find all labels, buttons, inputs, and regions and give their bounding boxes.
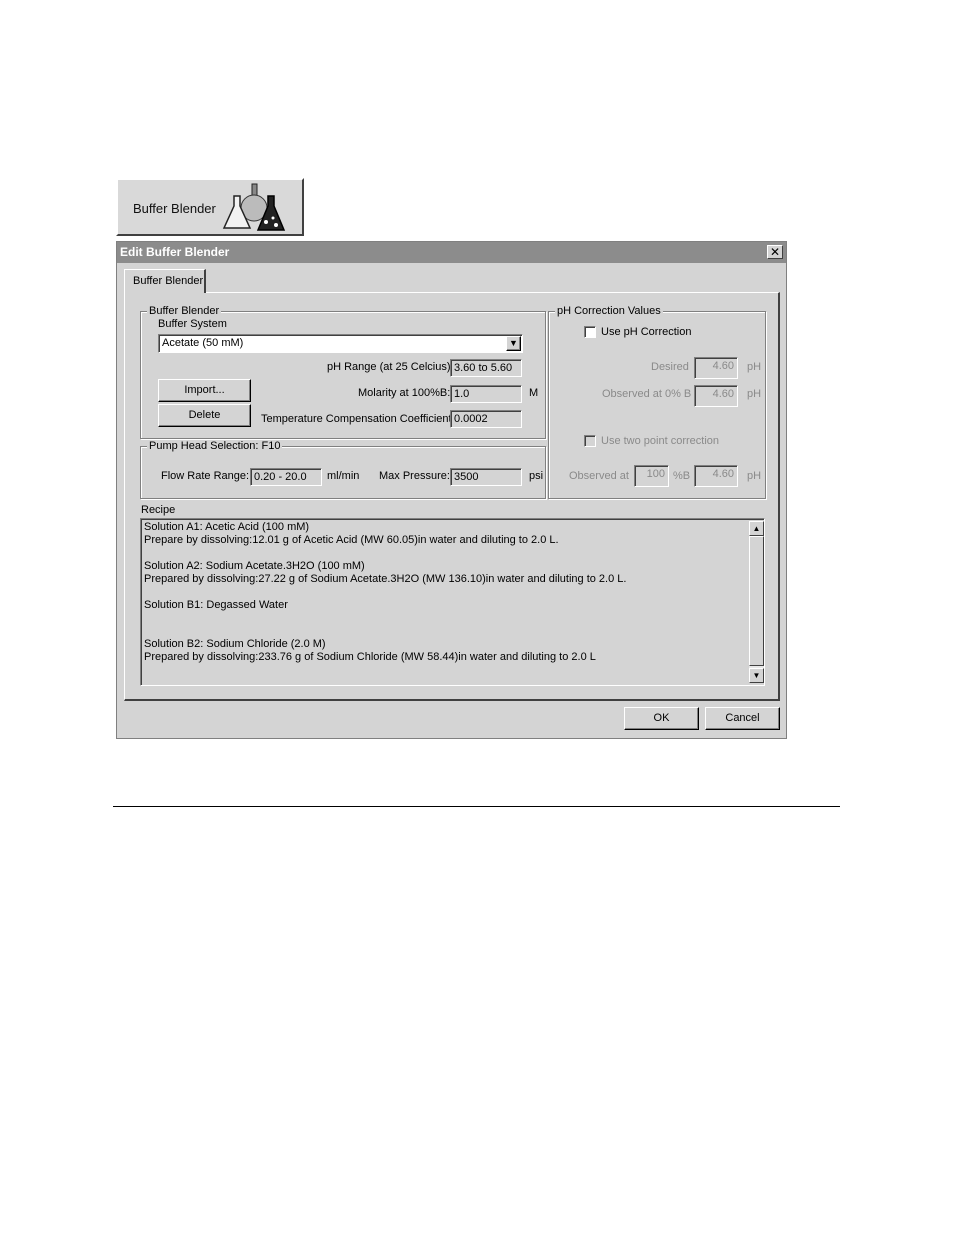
tcc-field: 0.0002 <box>450 410 522 428</box>
recipe-line: Solution A2: Sodium Acetate.3H2O (100 mM… <box>144 560 365 572</box>
ph-range-label: pH Range (at 25 Celcius) <box>327 361 451 373</box>
dialog-title: Edit Buffer Blender <box>120 245 230 259</box>
max-pressure-label: Max Pressure: <box>379 470 450 482</box>
ph-range-field: 3.60 to 5.60 <box>450 359 522 377</box>
flow-rate-unit: ml/min <box>327 470 360 482</box>
use-ph-correction-checkbox[interactable] <box>584 326 596 338</box>
flow-rate-field: 0.20 - 20.0 <box>250 468 322 486</box>
flow-rate-label: Flow Rate Range: <box>161 470 250 482</box>
tcc-label: Temperature Compensation Coefficient: <box>261 413 455 425</box>
observed-0b-label: Observed at 0% B <box>602 388 692 400</box>
observed-at-label: Observed at <box>569 470 629 482</box>
recipe-line: Prepared by dissolving:233.76 g of Sodiu… <box>144 651 596 663</box>
use-ph-correction-label: Use pH Correction <box>601 326 692 338</box>
ok-button[interactable]: OK <box>624 707 699 730</box>
molarity-label: Molarity at 100%B: <box>358 387 451 399</box>
scroll-up-button[interactable]: ▲ <box>749 521 764 536</box>
edit-buffer-blender-dialog: Edit Buffer Blender ✕ Buffer Blender Buf… <box>116 241 787 739</box>
dropdown-button[interactable]: ▼ <box>506 336 521 351</box>
two-point-correction-label: Use two point correction <box>601 435 719 447</box>
buffer-blender-group-title: Buffer Blender <box>147 305 222 317</box>
page-divider <box>113 806 840 807</box>
two-point-correction-checkbox[interactable] <box>584 435 596 447</box>
arrow-up-icon: ▲ <box>752 524 761 533</box>
tab-buffer-blender[interactable]: Buffer Blender <box>124 269 206 293</box>
flask-icon <box>222 183 286 231</box>
launcher-label: Buffer Blender <box>133 201 216 216</box>
observed-at-ph-unit: pH <box>747 470 762 482</box>
import-button[interactable]: Import... <box>158 379 251 402</box>
desired-label: Desired <box>651 361 689 373</box>
delete-button[interactable]: Delete <box>158 404 251 427</box>
desired-ph-unit: pH <box>747 361 762 373</box>
desired-ph-field[interactable]: 4.60 <box>694 357 738 379</box>
close-icon: ✕ <box>769 245 781 259</box>
chevron-down-icon: ▼ <box>509 338 518 348</box>
recipe-scrollbar[interactable]: ▲ ▼ <box>749 521 764 683</box>
ph-correction-group-title: pH Correction Values <box>555 305 663 317</box>
scroll-down-button[interactable]: ▼ <box>749 668 764 683</box>
cancel-button[interactable]: Cancel <box>705 707 780 730</box>
pump-head-group-title: Pump Head Selection: F10 <box>147 440 283 452</box>
recipe-line: Prepared by dissolving:27.22 g of Sodium… <box>144 573 627 585</box>
molarity-field: 1.0 <box>450 385 522 403</box>
observed-at-percent-unit: %B <box>673 470 691 482</box>
buffer-system-label: Buffer System <box>158 318 227 330</box>
recipe-label: Recipe <box>141 504 176 516</box>
max-pressure-unit: psi <box>529 470 544 482</box>
max-pressure-field: 3500 <box>450 468 522 486</box>
recipe-line: Solution B2: Sodium Chloride (2.0 M) <box>144 638 326 650</box>
recipe-textarea[interactable]: Solution A1: Acetic Acid (100 mM) Prepar… <box>140 518 765 686</box>
buffer-system-select[interactable]: Acetate (50 mM) <box>158 334 523 353</box>
recipe-line: Solution B1: Degassed Water <box>144 599 288 611</box>
observed-at-percent-field[interactable]: 100 <box>634 465 669 487</box>
recipe-line: Solution A1: Acetic Acid (100 mM) <box>144 521 310 533</box>
arrow-down-icon: ▼ <box>752 671 761 680</box>
close-button[interactable]: ✕ <box>767 245 783 259</box>
scroll-thumb[interactable] <box>749 536 764 666</box>
buffer-blender-launcher-button[interactable]: Buffer Blender <box>116 178 304 236</box>
recipe-line: Prepare by dissolving:12.01 g of Acetic … <box>144 534 559 546</box>
observed-0b-unit: pH <box>747 388 762 400</box>
title-bar: Edit Buffer Blender ✕ <box>117 242 786 263</box>
molarity-unit: M <box>529 387 539 399</box>
observed-at-ph-field[interactable]: 4.60 <box>694 465 738 487</box>
observed-0b-field[interactable]: 4.60 <box>694 385 738 407</box>
